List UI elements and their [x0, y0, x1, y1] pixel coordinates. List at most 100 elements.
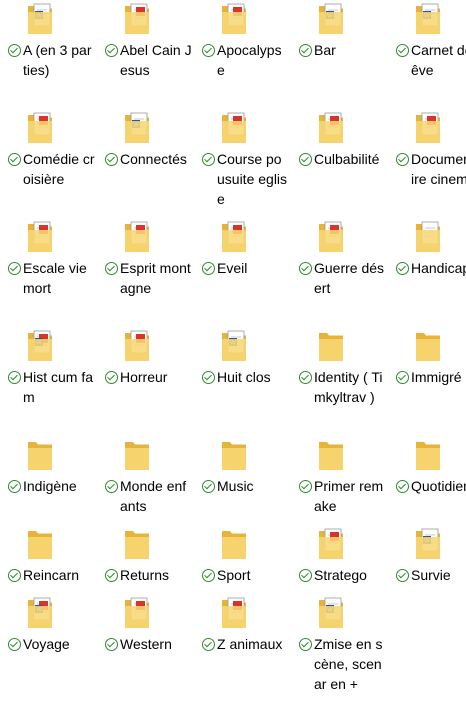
folder-item[interactable]: Immigré — [388, 327, 466, 431]
sync-check-icon — [202, 371, 215, 384]
pdf-folder-icon — [220, 594, 248, 632]
file-grid: W A (en 3 parties) Abel Cain Jesus Apoca… — [0, 0, 466, 720]
folder-item[interactable]: W Survie — [388, 525, 466, 629]
folder-name: Handicap — [411, 260, 466, 276]
folder-name: Culbabilité — [314, 151, 380, 167]
folder-name: Stratego — [314, 567, 367, 583]
folder-item[interactable]: W A (en 3 parties) — [0, 0, 96, 104]
folder-item[interactable]: Identity ( Timkyltrav ) — [291, 327, 387, 431]
folder-item[interactable]: W Zmise en scène, scenar en + — [291, 594, 387, 698]
folder-name: Bar — [314, 42, 336, 58]
mixed-folder-icon: W — [26, 594, 54, 632]
folder-item[interactable]: Eveil — [194, 218, 290, 322]
sync-check-icon — [202, 153, 215, 166]
folder-item[interactable]: Esprit montagne — [97, 218, 193, 322]
folder-name: Horreur — [120, 369, 168, 385]
folder-item[interactable]: W Carnet de rêve — [388, 0, 466, 104]
folder-name: Course pousuite eglise — [217, 151, 288, 207]
folder-name: Z animaux — [217, 636, 283, 652]
folder-icon — [317, 436, 345, 474]
pdf-folder-icon — [26, 109, 54, 147]
pdf-folder-icon — [220, 218, 248, 256]
folder-name: A (en 3 parties) — [23, 42, 92, 78]
sync-check-icon — [8, 153, 21, 166]
sync-check-icon — [299, 569, 312, 582]
folder-name: Zmise en scène, scenar en + — [314, 636, 383, 692]
folder-name: Identity ( Timkyltrav ) — [314, 369, 383, 405]
folder-name: Hist cum fam — [23, 369, 94, 405]
folder-icon — [317, 327, 345, 365]
pdf-folder-icon — [317, 525, 345, 563]
folder-item[interactable]: Western — [97, 594, 193, 698]
folder-icon — [220, 436, 248, 474]
word-folder-icon: W — [317, 594, 345, 632]
sync-check-icon — [105, 153, 118, 166]
folder-name: Escale vie mort — [23, 260, 87, 296]
folder-item[interactable]: Culbabilité — [291, 109, 387, 213]
folder-item[interactable]: Horreur — [97, 327, 193, 431]
folder-item[interactable]: Z animaux — [194, 594, 290, 698]
folder-name: Quotidien — [411, 478, 466, 494]
folder-item[interactable]: W Voyage — [0, 594, 96, 698]
pdf-folder-icon — [220, 109, 248, 147]
sync-check-icon — [396, 371, 409, 384]
folder-item[interactable]: Guerre désert — [291, 218, 387, 322]
folder-name: Sport — [217, 567, 251, 583]
folder-name: Reincarn — [23, 567, 80, 583]
word-folder-icon: W — [220, 327, 248, 365]
folder-item[interactable]: Escale vie mort — [0, 218, 96, 322]
sync-check-icon — [396, 44, 409, 57]
sync-check-icon — [299, 638, 312, 651]
pdf-folder-icon — [317, 218, 345, 256]
pdf-folder-icon — [26, 218, 54, 256]
folder-item[interactable]: W Bar — [291, 0, 387, 104]
sync-check-icon — [202, 638, 215, 651]
pdf-folder-icon — [123, 594, 151, 632]
folder-name: Comédie croisière — [23, 151, 95, 187]
folder-name: Immigré — [411, 369, 462, 385]
pdf-folder-icon — [123, 327, 151, 365]
folder-item[interactable]: Comédie croisière — [0, 109, 96, 213]
sync-check-icon — [202, 44, 215, 57]
folder-icon — [123, 525, 151, 563]
folder-item[interactable]: Documentaire cinema — [388, 109, 466, 213]
word-folder-icon: W — [26, 0, 54, 38]
sync-check-icon — [8, 371, 21, 384]
word-folder-icon: W — [123, 109, 151, 147]
folder-name: Apocalypse — [217, 42, 282, 78]
folder-name: Guerre désert — [314, 260, 385, 296]
folder-item[interactable]: Handicap — [388, 218, 466, 322]
folder-name: Huit clos — [217, 369, 271, 385]
folder-icon — [220, 525, 248, 563]
folder-name: Connectés — [120, 151, 187, 167]
pdf-folder-icon — [220, 0, 248, 38]
sync-check-icon — [299, 480, 312, 493]
folder-item[interactable]: Course pousuite eglise — [194, 109, 290, 213]
folder-name: Documentaire cinema — [411, 151, 466, 187]
sync-check-icon — [202, 569, 215, 582]
sync-check-icon — [8, 569, 21, 582]
folder-item[interactable]: W Huit clos — [194, 327, 290, 431]
folder-name: Music — [217, 478, 254, 494]
sync-check-icon — [105, 44, 118, 57]
sync-check-icon — [299, 153, 312, 166]
folder-item[interactable]: W Hist cum fam — [0, 327, 96, 431]
folder-name: Monde enfants — [120, 478, 187, 514]
folder-name: Indigène — [23, 478, 77, 494]
doc-folder-icon — [414, 218, 442, 256]
sync-check-icon — [105, 371, 118, 384]
folder-icon — [123, 436, 151, 474]
folder-name: Voyage — [23, 636, 70, 652]
sync-check-icon — [396, 569, 409, 582]
folder-name: Abel Cain Jesus — [120, 42, 192, 78]
folder-name: Primer remake — [314, 478, 384, 514]
folder-item[interactable]: W Connectés — [97, 109, 193, 213]
folder-item[interactable]: Abel Cain Jesus — [97, 0, 193, 104]
pdf-folder-icon — [123, 218, 151, 256]
sync-check-icon — [105, 480, 118, 493]
folder-name: Esprit montagne — [120, 260, 191, 296]
word-folder-icon: W — [414, 0, 442, 38]
folder-item[interactable]: Apocalypse — [194, 0, 290, 104]
sync-check-icon — [396, 262, 409, 275]
word-folder-icon: W — [414, 525, 442, 563]
